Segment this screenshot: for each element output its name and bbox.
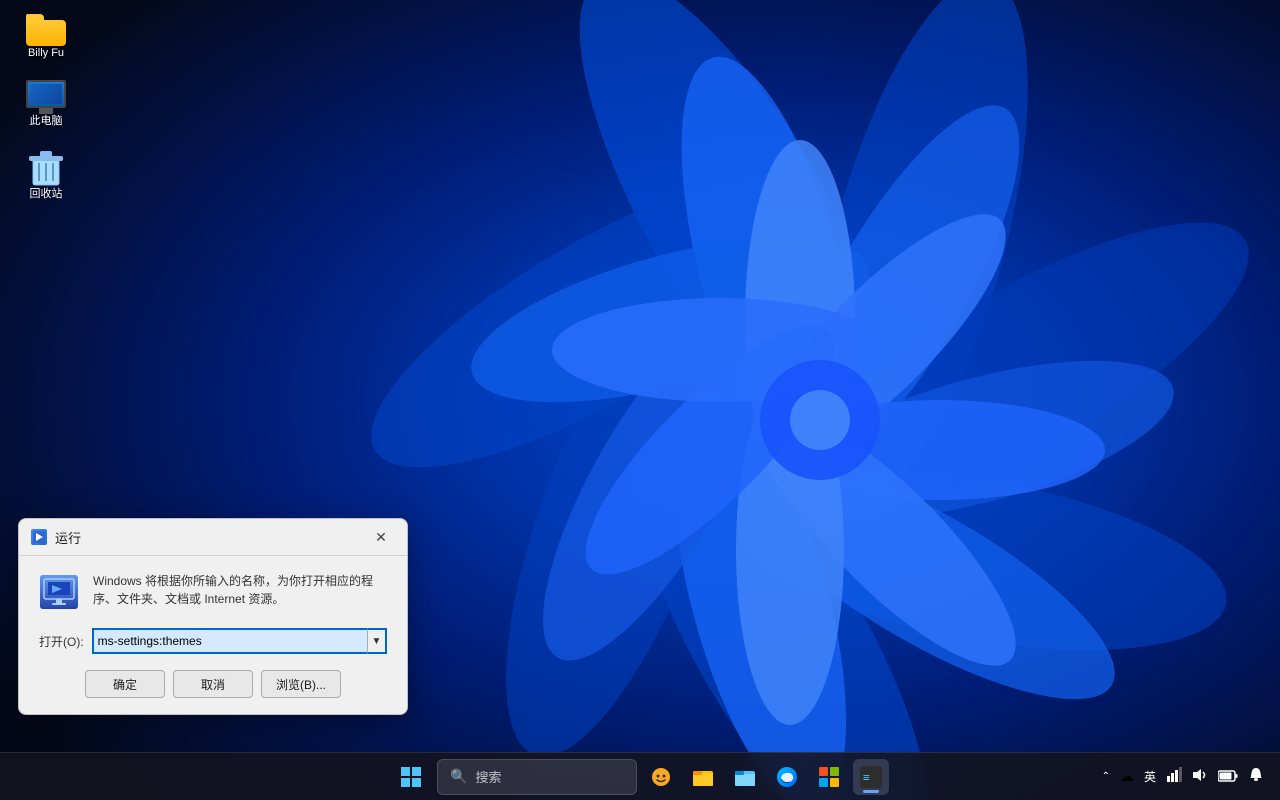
task-view-button[interactable] (643, 759, 679, 795)
monitor-icon (26, 80, 66, 114)
dialog-input-wrapper: ▼ (92, 628, 387, 654)
tray-icons: ⌃ ☁ 英 (1098, 763, 1268, 790)
dialog-close-button[interactable]: ✕ (367, 527, 395, 547)
run-dialog-dropdown-button[interactable]: ▼ (367, 628, 387, 654)
search-bar[interactable]: 🔍 搜索 (437, 759, 637, 795)
desktop-icon-recycle-bin[interactable]: 回收站 (10, 145, 82, 205)
dialog-input-label: 打开(O): (39, 633, 84, 650)
taskbar-center: 🔍 搜索 (391, 757, 889, 797)
desktop-icon-label-this-pc: 此电脑 (30, 114, 63, 128)
dialog-buttons: 确定 取消 浏览(B)... (39, 670, 387, 698)
taskbar-right: ⌃ ☁ 英 (1098, 763, 1268, 790)
dialog-body: Windows 将根据你所输入的名称，为你打开相应的程序、文件夹、文档或 Int… (19, 556, 407, 714)
tray-cloud-icon[interactable]: ☁ (1116, 764, 1138, 789)
taskbar: 🔍 搜索 (0, 752, 1280, 800)
recycle-bin-icon (28, 149, 64, 187)
desktop: Billy Fu 此电脑 (0, 0, 1280, 800)
run-dialog-browse-button[interactable]: 浏览(B)... (261, 670, 341, 698)
desktop-icon-label-billy-fu: Billy Fu (28, 46, 64, 60)
edge-browser-button[interactable] (769, 759, 805, 795)
desktop-icon-label-recycle-bin: 回收站 (30, 187, 63, 201)
desktop-icons: Billy Fu 此电脑 (10, 10, 82, 205)
network-icon[interactable] (1162, 763, 1186, 790)
language-indicator[interactable]: 英 (1140, 766, 1160, 787)
dialog-info-row: Windows 将根据你所输入的名称，为你打开相应的程序、文件夹、文档或 Int… (39, 572, 387, 612)
run-dialog-ok-button[interactable]: 确定 (85, 670, 165, 698)
desktop-icon-billy-fu[interactable]: Billy Fu (10, 10, 82, 64)
battery-icon[interactable] (1214, 765, 1242, 789)
sound-icon[interactable] (1188, 763, 1212, 790)
terminal-button[interactable]: ≡ (853, 759, 889, 795)
run-dialog-input[interactable] (92, 628, 367, 654)
dialog-title-left: 运行 (31, 528, 81, 547)
run-dialog-icon (31, 529, 47, 545)
search-icon: 🔍 (450, 768, 467, 785)
store-button[interactable] (811, 759, 847, 795)
search-placeholder: 搜索 (475, 767, 501, 786)
dialog-description: Windows 将根据你所输入的名称，为你打开相应的程序、文件夹、文档或 Int… (93, 572, 387, 608)
dialog-input-row: 打开(O): ▼ (39, 628, 387, 654)
run-dialog-cancel-button[interactable]: 取消 (173, 670, 253, 698)
svg-text:≡: ≡ (863, 771, 870, 784)
dialog-title-text: 运行 (55, 528, 81, 547)
start-button[interactable] (391, 757, 431, 797)
folder-icon (26, 14, 66, 46)
dialog-titlebar: 运行 ✕ (19, 519, 407, 556)
file-explorer-button[interactable] (685, 759, 721, 795)
desktop-icon-this-pc[interactable]: 此电脑 (10, 76, 82, 132)
folder-button[interactable] (727, 759, 763, 795)
notification-icon[interactable] (1244, 763, 1268, 790)
dialog-run-icon-large (39, 572, 79, 612)
run-dialog: 运行 ✕ (18, 518, 408, 715)
tray-expand-button[interactable]: ⌃ (1098, 767, 1114, 786)
